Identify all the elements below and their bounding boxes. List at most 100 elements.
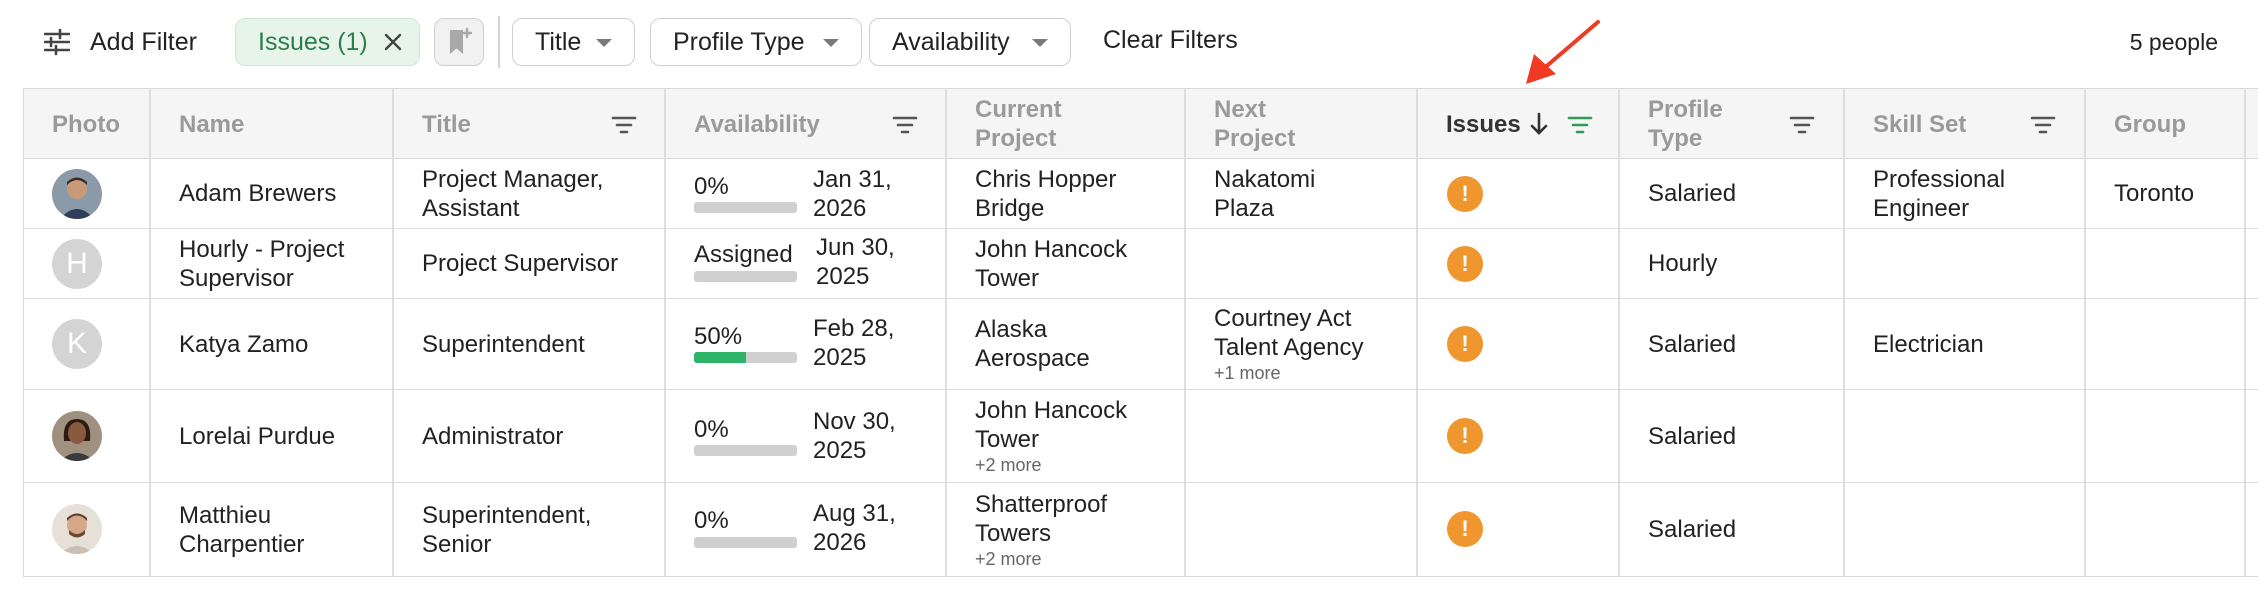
availability-bar-fill [694,352,746,363]
person-name[interactable]: Charpentier [179,530,304,559]
availability-bar [694,352,797,363]
next-project[interactable]: Talent Agency [1214,333,1363,362]
availability-bar [694,271,797,282]
column-header-current-project[interactable]: Current Project [975,89,1062,159]
person-title: Administrator [422,422,564,450]
caret-down-icon [823,39,839,47]
issue-warning-icon[interactable]: ! [1447,246,1483,282]
profile-type: Salaried [1648,516,1737,543]
current-project[interactable]: Chris Hopper [975,165,1116,194]
caret-down-icon [596,39,612,47]
issue-warning-icon[interactable]: ! [1447,511,1483,547]
avatar[interactable] [52,504,102,554]
filter-lines-icon[interactable] [892,115,918,135]
issue-warning-icon[interactable]: ! [1447,176,1483,212]
column-header-skill-set[interactable]: Skill Set [1873,89,1966,159]
column-header-label: Next [1214,96,1267,123]
caret-down-icon [1032,39,1048,47]
issue-warning-icon[interactable]: ! [1447,326,1483,362]
annotation-arrow-icon [1526,20,1600,84]
title-filter-dropdown[interactable]: Title [512,18,635,66]
issue-warning-icon[interactable]: ! [1447,418,1483,454]
more-projects-link[interactable]: +2 more [975,548,1107,570]
people-count: 5 people [2129,29,2218,55]
person-name[interactable]: Adam Brewers [179,179,336,208]
table-row[interactable]: Adam Brewers Project Manager, Assistant … [24,159,2258,229]
person-name[interactable]: Supervisor [179,264,344,293]
filter-lines-icon[interactable] [1567,115,1593,135]
availability-value: 50% [694,323,743,350]
next-project[interactable]: Courtney Act [1214,304,1363,333]
filter-lines-icon[interactable] [1789,115,1815,135]
filter-lines-icon[interactable] [611,115,637,135]
column-header-photo[interactable]: Photo [52,89,120,159]
table-row[interactable]: K Katya Zamo Superintendent 50% Feb 28, … [24,299,2258,390]
current-project[interactable]: Tower [975,425,1127,454]
toolbar-divider [498,16,500,68]
availability-value: 0% [694,416,729,443]
skill-set: Professional [1873,165,2006,193]
current-project[interactable]: Tower [975,264,1127,293]
avatar[interactable] [52,411,102,461]
date-line: 2025 [813,344,867,371]
issues-filter-chip[interactable]: Issues (1) [235,18,420,66]
more-projects-link[interactable]: +2 more [975,454,1127,476]
person-name[interactable]: Hourly - Project [179,235,344,264]
column-header-profile-type[interactable]: Profile Type [1648,89,1723,159]
current-project[interactable]: Bridge [975,194,1116,223]
filter-lines-icon[interactable] [2030,115,2056,135]
availability-date: Nov 30, 2025 [813,407,896,465]
column-header-issues[interactable]: Issues [1446,89,1551,159]
avatar[interactable] [52,169,102,219]
add-filter-button[interactable]: Add Filter [40,22,197,62]
column-header-availability[interactable]: Availability [694,89,820,159]
avatar[interactable]: H [52,239,102,289]
current-project[interactable]: Towers [975,519,1107,548]
more-projects-link[interactable]: +1 more [1214,362,1363,384]
current-project[interactable]: Alaska [975,315,1090,344]
save-filter-bookmark-button[interactable] [434,18,484,66]
date-line: Feb 28, [813,315,895,342]
column-header-label: Current [975,96,1062,123]
column-header-name[interactable]: Name [179,89,244,159]
avatar[interactable]: K [52,319,102,369]
person-name[interactable]: Matthieu [179,501,304,530]
current-project[interactable]: Shatterproof [975,490,1107,519]
availability-value: 0% [694,173,729,200]
clear-filters-button[interactable]: Clear Filters [1103,26,1238,55]
date-line: Jun 30, [816,234,895,261]
profile-type-filter-dropdown[interactable]: Profile Type [650,18,862,66]
availability-dropdown-label: Availability [892,27,1010,56]
person-name[interactable]: Katya Zamo [179,330,308,359]
column-header-title[interactable]: Title [422,89,471,159]
skill-set: Engineer [1873,194,1970,222]
next-project[interactable]: Plaza [1214,194,1315,223]
person-name[interactable]: Lorelai Purdue [179,422,335,451]
column-header-next-project[interactable]: Next Project [1214,89,1295,159]
person-title: Superintendent [422,330,585,358]
column-header-group[interactable]: Group [2114,89,2186,159]
person-title: Project Supervisor [422,250,619,277]
issues-chip-label: Issues (1) [258,27,368,56]
next-project[interactable]: Nakatomi [1214,165,1315,194]
date-line: Aug 31, [813,500,896,527]
column-header-label: Name [179,110,245,138]
person-title: Superintendent, [422,501,592,529]
arrow-down-icon [1530,112,1548,135]
title-dropdown-label: Title [535,27,582,56]
availability-filter-dropdown[interactable]: Availability [869,18,1071,66]
person-title: Project Manager, [422,165,604,193]
table-header: Photo Name Title Availability Current Pr… [24,89,2258,159]
close-icon[interactable] [382,31,404,53]
profile-type: Salaried [1648,330,1737,358]
table-row[interactable]: H Hourly - Project Supervisor Project Su… [24,229,2258,299]
column-header-label: Group [2114,110,2186,138]
group: Toronto [2114,180,2195,207]
table-row[interactable]: Lorelai Purdue Administrator 0% Nov 30, … [24,390,2258,483]
table-row[interactable]: Matthieu Charpentier Superintendent, Sen… [24,483,2258,576]
column-header-label: Profile [1648,96,1723,123]
current-project[interactable]: John Hancock [975,235,1127,264]
current-project[interactable]: John Hancock [975,396,1127,425]
current-project[interactable]: Aerospace [975,344,1090,373]
availability-bar [694,445,797,456]
